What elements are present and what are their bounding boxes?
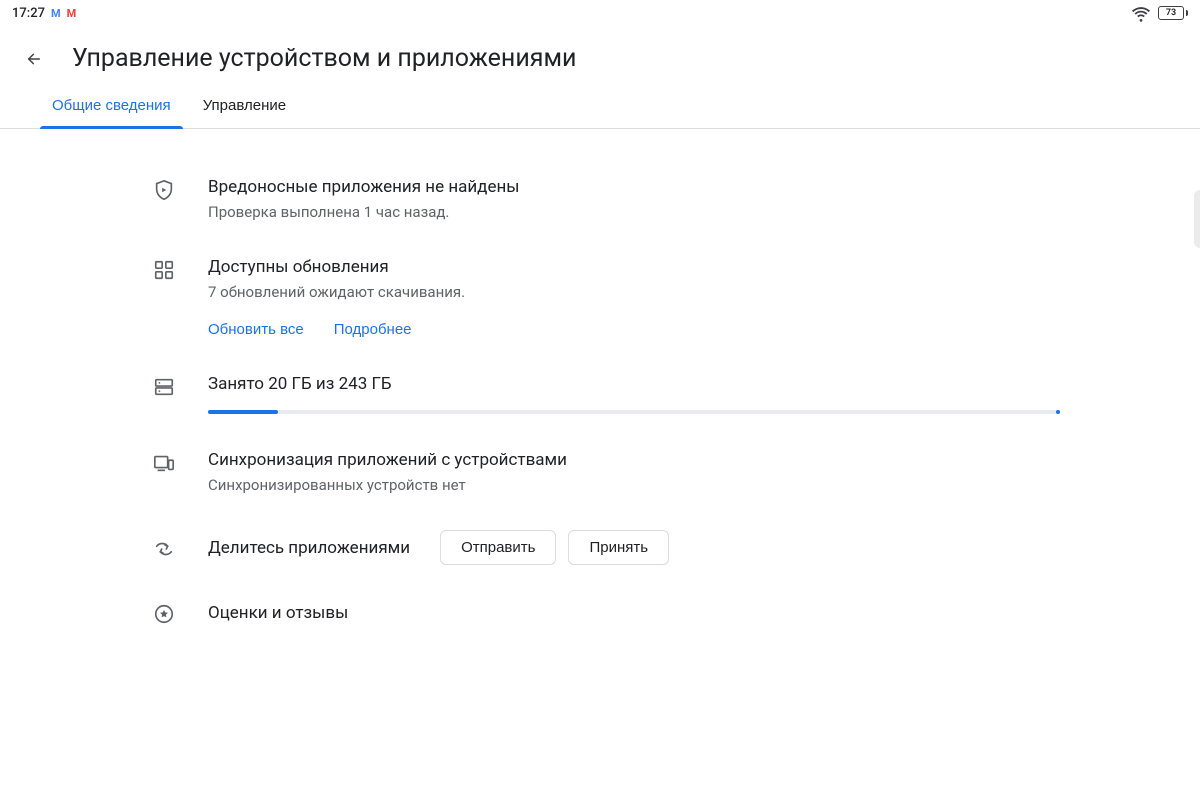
storage-progress-end [1056, 410, 1060, 414]
scroll-edge-indicator [1194, 190, 1200, 248]
battery-percent-text: 73 [1158, 6, 1184, 20]
gmail-icon: M [67, 8, 77, 19]
shield-icon [150, 177, 178, 221]
play-protect-row[interactable]: Вредоносные приложения не найдены Провер… [150, 159, 1060, 239]
battery-indicator: 73 [1158, 6, 1188, 20]
tab-overview[interactable]: Общие сведения [40, 83, 183, 128]
apps-grid-icon [150, 257, 178, 338]
sync-subtitle: Синхронизированных устройств нет [208, 476, 1060, 494]
sync-row[interactable]: Синхронизация приложений с устройствами … [150, 432, 1060, 512]
tab-manage[interactable]: Управление [191, 83, 298, 128]
sync-title: Синхронизация приложений с устройствами [208, 450, 1060, 470]
wifi-icon [1130, 2, 1152, 24]
page-title: Управление устройством и приложениями [72, 44, 576, 73]
content: Вредоносные приложения не найдены Провер… [0, 129, 1060, 643]
share-receive-button[interactable]: Принять [568, 530, 669, 565]
ratings-row[interactable]: Оценки и отзывы [150, 583, 1060, 643]
share-send-button[interactable]: Отправить [440, 530, 556, 565]
tabs: Общие сведения Управление [0, 83, 1200, 129]
updates-title: Доступны обновления [208, 257, 1060, 277]
back-button[interactable] [20, 45, 48, 73]
storage-icon [150, 374, 178, 414]
share-row: Делитесь приложениями Отправить Принять [150, 512, 1060, 583]
devices-icon [150, 450, 178, 494]
ratings-title: Оценки и отзывы [208, 603, 1060, 623]
update-all-button[interactable]: Обновить все [208, 321, 304, 338]
gmail-icon: M [51, 8, 61, 19]
updates-details-button[interactable]: Подробнее [334, 321, 412, 338]
share-title: Делитесь приложениями [208, 538, 410, 558]
updates-row[interactable]: Доступны обновления 7 обновлений ожидают… [150, 239, 1060, 356]
storage-row[interactable]: Занято 20 ГБ из 243 ГБ [150, 356, 1060, 432]
protect-subtitle: Проверка выполнена 1 час назад. [208, 203, 1060, 221]
status-clock: 17:27 [12, 6, 45, 21]
arrow-left-icon [26, 48, 42, 70]
storage-progress [208, 410, 1060, 414]
star-badge-icon [150, 601, 178, 625]
protect-title: Вредоносные приложения не найдены [208, 177, 1060, 197]
storage-title: Занято 20 ГБ из 243 ГБ [208, 374, 1060, 394]
nearby-share-icon [150, 536, 178, 560]
app-bar: Управление устройством и приложениями [0, 26, 1200, 83]
updates-subtitle: 7 обновлений ожидают скачивания. [208, 283, 1060, 301]
status-bar: 17:27 M M 73 [0, 0, 1200, 26]
storage-progress-fill [208, 410, 278, 414]
